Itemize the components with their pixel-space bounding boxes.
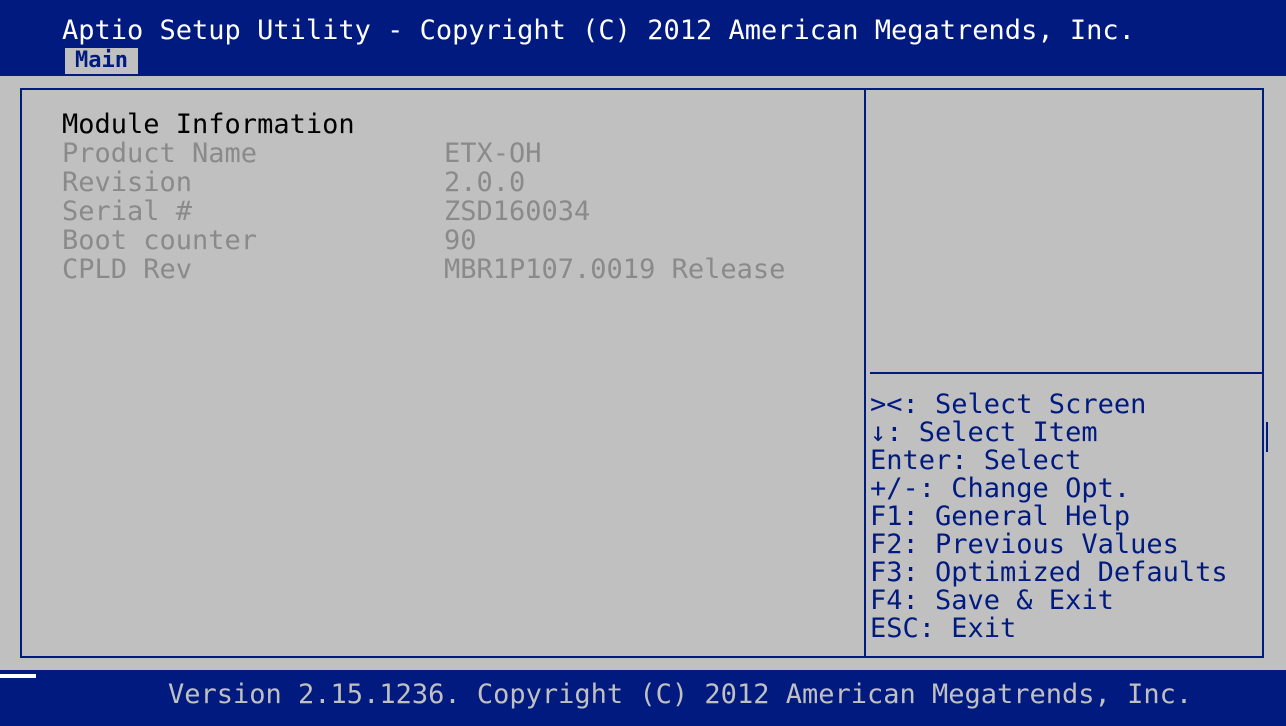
help-save-exit: F4: Save & Exit [870,585,1114,616]
footer-marker [0,674,36,678]
row-value: MBR1P107.0019 Release [444,254,786,285]
version-text: Version 2.15.1236. Copyright (C) 2012 Am… [168,679,1193,710]
help-esc-exit: ESC: Exit [870,613,1017,644]
row-label: CPLD Rev [62,254,193,285]
row-label: Serial # [62,196,193,227]
row-value: ZSD160034 [444,196,591,227]
row-value: 2.0.0 [444,167,526,198]
info-row-product-name: Product Name ETX-OH [62,139,842,168]
panel-divider [864,90,866,656]
help-scrollbar[interactable] [1266,422,1268,452]
help-select-item: ↓: Select Item [870,417,1098,448]
title-bar: Aptio Setup Utility - Copyright (C) 2012… [0,0,1286,76]
row-label: Product Name [62,138,258,169]
row-label: Revision [62,167,193,198]
row-value: 90 [444,225,477,256]
help-separator [870,372,1262,374]
footer-bar: Version 2.15.1236. Copyright (C) 2012 Am… [0,670,1286,726]
info-row-serial: Serial # ZSD160034 [62,197,842,226]
content-frame: Module Information Product Name ETX-OH R… [20,88,1268,658]
window-title: Aptio Setup Utility - Copyright (C) 2012… [62,15,1135,46]
bios-setup-screen: Aptio Setup Utility - Copyright (C) 2012… [0,0,1286,726]
help-select-screen: ><: Select Screen [870,389,1147,420]
info-row-boot-counter: Boot counter 90 [62,226,842,255]
help-change-opt: +/-: Change Opt. [870,473,1131,504]
row-value: ETX-OH [444,138,542,169]
info-row-cpld-rev: CPLD Rev MBR1P107.0019 Release [62,255,842,284]
help-previous-values: F2: Previous Values [870,529,1179,560]
section-title: Module Information [62,109,355,140]
info-row-revision: Revision 2.0.0 [62,168,842,197]
help-enter-select: Enter: Select [870,445,1082,476]
row-label: Boot counter [62,225,258,256]
help-general-help: F1: General Help [870,501,1131,532]
help-optimized-defaults: F3: Optimized Defaults [870,557,1228,588]
tab-main[interactable]: Main [65,48,138,74]
main-panel: Module Information Product Name ETX-OH R… [0,76,1286,670]
